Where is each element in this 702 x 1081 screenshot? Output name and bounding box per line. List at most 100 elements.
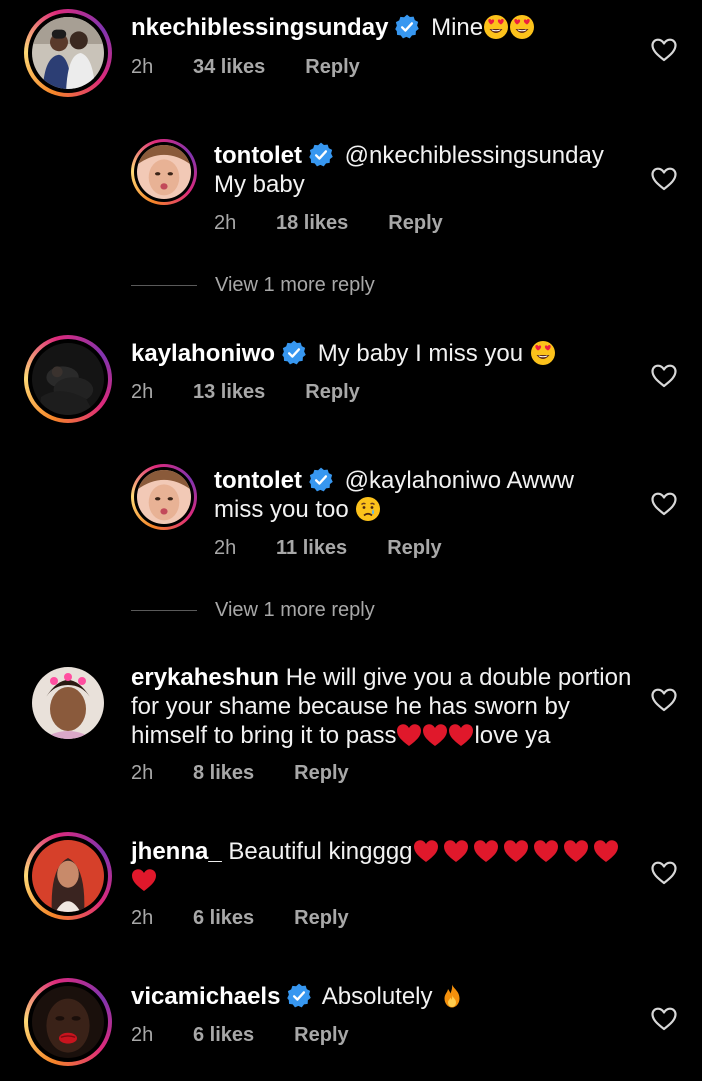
heart-outline-icon[interactable] <box>651 688 677 712</box>
reply-body: miss you too <box>214 496 349 523</box>
avatar[interactable] <box>24 9 112 97</box>
likes-count[interactable]: 13 likes <box>193 381 265 404</box>
avatar-image <box>32 343 104 415</box>
verified-badge-icon <box>308 467 334 493</box>
avatar-image <box>137 470 191 524</box>
divider <box>131 610 197 611</box>
heart-outline-icon[interactable] <box>651 38 677 62</box>
comment-meta: 2h 6 likes Reply <box>131 907 349 930</box>
username[interactable]: erykaheshun <box>131 664 279 691</box>
comment-time: 2h <box>131 762 154 784</box>
comment-text: erykaheshun He will give you a double po… <box>131 663 631 750</box>
comment-line-3: himself to bring it to pass love ya <box>131 721 631 750</box>
red-heart-emoji-icon <box>533 838 559 864</box>
comment-body: Absolutely <box>321 983 433 1010</box>
avatar-inner <box>28 339 108 419</box>
comment-text: kaylahoniwo My baby I miss you <box>131 339 556 368</box>
reply-text: tontolet @nkechiblessingsunday My baby <box>214 141 604 199</box>
reply-button[interactable]: Reply <box>387 537 441 560</box>
reply-button[interactable]: Reply <box>388 212 442 235</box>
avatar-inner <box>28 982 108 1062</box>
heart-outline-icon[interactable] <box>651 1007 677 1031</box>
likes-count[interactable]: 6 likes <box>193 907 254 930</box>
reply-button[interactable]: Reply <box>294 1024 348 1047</box>
comment-body-tail: love ya <box>474 722 551 749</box>
comment-body: himself to bring it to pass <box>131 722 397 749</box>
heart-eyes-emoji-icon <box>530 340 556 366</box>
comment-text: jhenna_ Beautiful kingggg <box>131 837 621 895</box>
verified-badge-icon <box>308 142 334 168</box>
view-more-label[interactable]: View 1 more reply <box>215 599 375 622</box>
likes-count[interactable]: 8 likes <box>193 762 254 785</box>
crying-emoji-icon <box>355 496 381 522</box>
comment-meta: 2h 18 likes Reply <box>214 212 443 235</box>
red-heart-emoji-icon <box>473 838 499 864</box>
fire-emoji-icon <box>439 983 465 1009</box>
avatar[interactable] <box>131 464 197 530</box>
likes-count[interactable]: 34 likes <box>193 56 265 79</box>
username[interactable]: nkechiblessingsunday <box>131 14 388 41</box>
view-more-replies[interactable]: View 1 more reply <box>131 274 375 297</box>
comment-text: nkechiblessingsunday Mine <box>131 13 535 42</box>
username[interactable]: tontolet <box>214 142 302 169</box>
heart-outline-icon[interactable] <box>651 492 677 516</box>
reply-button[interactable]: Reply <box>294 907 348 930</box>
reply-button[interactable]: Reply <box>294 762 348 785</box>
avatar-image <box>32 667 104 739</box>
red-heart-emoji-icon <box>563 838 589 864</box>
username[interactable]: tontolet <box>214 467 302 494</box>
username[interactable]: jhenna_ <box>131 838 222 865</box>
reply-line-1: tontolet @nkechiblessingsunday <box>214 141 604 170</box>
red-heart-emoji-icon <box>422 722 448 748</box>
comment-time: 2h <box>214 537 237 559</box>
avatar[interactable] <box>131 139 197 205</box>
comment-line-2: for your shame because he has sworn by <box>131 693 570 720</box>
avatar[interactable] <box>24 335 112 423</box>
red-heart-emoji-icon <box>593 838 619 864</box>
comment-line-1: erykaheshun He will give you a double po… <box>131 663 631 692</box>
username[interactable]: vicamichaels <box>131 983 280 1010</box>
likes-count[interactable]: 11 likes <box>276 537 347 560</box>
avatar[interactable] <box>24 978 112 1066</box>
heart-outline-icon[interactable] <box>651 861 677 885</box>
likes-count[interactable]: 6 likes <box>193 1024 254 1047</box>
reply-button[interactable]: Reply <box>305 56 359 79</box>
avatar[interactable] <box>32 667 104 739</box>
comment-time: 2h <box>131 56 154 78</box>
heart-eyes-emoji-icon <box>509 14 535 40</box>
red-heart-emoji-icon <box>448 722 474 748</box>
avatar-image <box>137 145 191 199</box>
red-heart-emoji-icon <box>131 867 157 893</box>
avatar-inner <box>134 142 194 202</box>
avatar[interactable] <box>24 832 112 920</box>
username[interactable]: kaylahoniwo <box>131 340 275 367</box>
mention-link[interactable]: @kaylahoniwo Awww <box>345 467 574 494</box>
comment-meta: 2h 13 likes Reply <box>131 381 360 404</box>
view-more-replies[interactable]: View 1 more reply <box>131 599 375 622</box>
comment-text: vicamichaels Absolutely <box>131 982 465 1011</box>
avatar-inner <box>134 467 194 527</box>
red-heart-emoji-icon <box>396 722 422 748</box>
comment-body: He will give you a double portion <box>285 664 632 691</box>
heart-outline-icon[interactable] <box>651 364 677 388</box>
reply-text: tontolet @kaylahoniwo Awww miss you too <box>214 466 574 524</box>
avatar-inner <box>28 13 108 93</box>
view-more-label[interactable]: View 1 more reply <box>215 274 375 297</box>
divider <box>131 285 197 286</box>
likes-count[interactable]: 18 likes <box>276 212 348 235</box>
verified-badge-icon <box>286 983 312 1009</box>
red-heart-emoji-icon <box>413 838 439 864</box>
comment-body: Mine <box>431 14 484 41</box>
mention-link[interactable]: @nkechiblessingsunday <box>345 142 604 169</box>
comment-time: 2h <box>131 381 154 403</box>
reply-line-1: tontolet @kaylahoniwo Awww <box>214 466 574 495</box>
avatar-inner <box>28 836 108 916</box>
reply-line-2: My baby <box>214 171 305 198</box>
comment-time: 2h <box>131 1024 154 1046</box>
reply-line-2: miss you too <box>214 495 574 524</box>
heart-outline-icon[interactable] <box>651 167 677 191</box>
comment-meta: 2h 8 likes Reply <box>131 762 349 785</box>
reply-button[interactable]: Reply <box>305 381 359 404</box>
verified-badge-icon <box>394 14 420 40</box>
heart-eyes-emoji-icon <box>483 14 509 40</box>
